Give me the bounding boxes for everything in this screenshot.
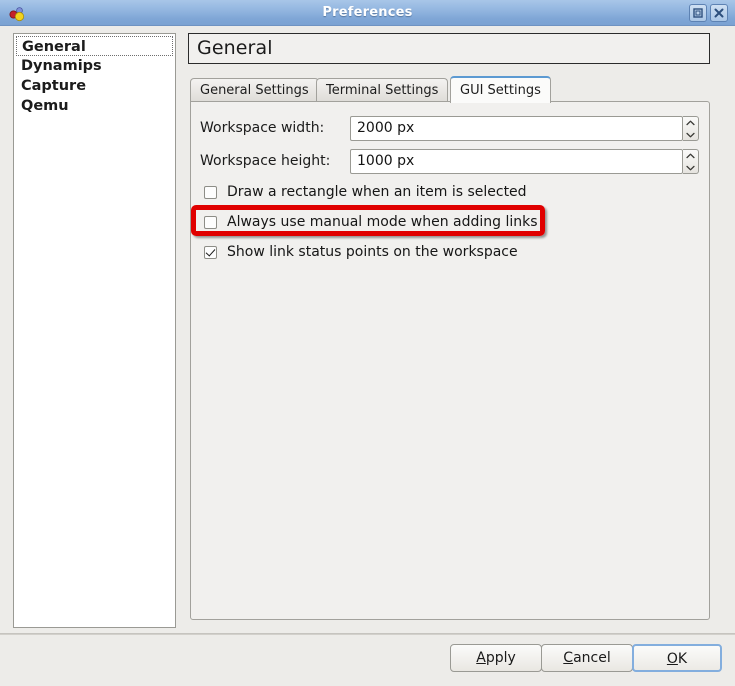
checkbox-label: Draw a rectangle when an item is selecte…	[227, 184, 527, 200]
sidebar-item-label: General	[22, 39, 86, 55]
checkbox-draw-rectangle[interactable]: Draw a rectangle when an item is selecte…	[204, 181, 527, 203]
spin-up-icon[interactable]	[683, 150, 697, 161]
sidebar-item-dynamips[interactable]: Dynamips	[14, 56, 175, 76]
cancel-button-accel: C	[563, 650, 574, 666]
workspace-height-label: Workspace height:	[200, 153, 331, 169]
workspace-width-spin-buttons[interactable]	[683, 116, 699, 141]
checkbox-show-link-status-points[interactable]: Show link status points on the workspace	[204, 241, 518, 263]
ok-button-accel: O	[666, 651, 678, 667]
gui-settings-panel: Workspace width: 2000 px Workspace heigh…	[190, 101, 710, 620]
apply-button-accel: A	[476, 650, 486, 666]
checkbox-box-icon[interactable]	[204, 245, 217, 259]
checkbox-manual-mode-links[interactable]: Always use manual mode when adding links	[204, 211, 538, 233]
tab-terminal-settings[interactable]: Terminal Settings	[316, 78, 449, 102]
workspace-width-label: Workspace width:	[200, 120, 325, 136]
page-title-box: General	[188, 33, 710, 64]
close-icon[interactable]	[710, 4, 728, 22]
cancel-button[interactable]: Cancel	[541, 644, 633, 672]
sidebar-item-label: Capture	[21, 78, 87, 94]
tab-gui-settings[interactable]: GUI Settings	[450, 76, 551, 103]
checkbox-box-icon[interactable]	[204, 185, 217, 199]
checkbox-label: Always use manual mode when adding links	[227, 214, 538, 230]
spin-up-icon[interactable]	[683, 117, 697, 128]
preferences-dialog: Preferences General Dynamips Capture Qem…	[0, 0, 735, 686]
tab-bar: General Settings Terminal Settings GUI S…	[190, 76, 710, 103]
sidebar-item-label: Dynamips	[21, 58, 102, 74]
tab-general-settings[interactable]: General Settings	[190, 78, 319, 102]
sidebar-item-label: Qemu	[21, 98, 69, 114]
sidebar-item-qemu[interactable]: Qemu	[14, 96, 175, 116]
sidebar-item-capture[interactable]: Capture	[14, 76, 175, 96]
maximize-icon[interactable]	[689, 4, 707, 22]
checkbox-box-icon[interactable]	[204, 215, 217, 229]
workspace-height-input[interactable]: 1000 px	[350, 149, 683, 174]
footer-separator	[0, 633, 735, 635]
preferences-category-list[interactable]: General Dynamips Capture Qemu	[13, 33, 176, 628]
window-title: Preferences	[322, 5, 413, 20]
apply-button-label: pply	[485, 650, 516, 666]
window-titlebar[interactable]: Preferences	[0, 0, 735, 26]
page-title: General	[197, 37, 273, 59]
sidebar-item-general[interactable]: General	[16, 36, 173, 56]
workspace-height-spin-buttons[interactable]	[683, 149, 699, 174]
apply-button[interactable]: Apply	[450, 644, 542, 672]
ok-button-label: K	[677, 651, 688, 667]
checkbox-label: Show link status points on the workspace	[227, 244, 518, 260]
cancel-button-label: ancel	[573, 650, 611, 666]
workspace-width-input[interactable]: 2000 px	[350, 116, 683, 141]
ok-button[interactable]: OK	[632, 644, 722, 672]
spin-down-icon[interactable]	[683, 129, 697, 140]
spin-down-icon[interactable]	[683, 162, 697, 173]
